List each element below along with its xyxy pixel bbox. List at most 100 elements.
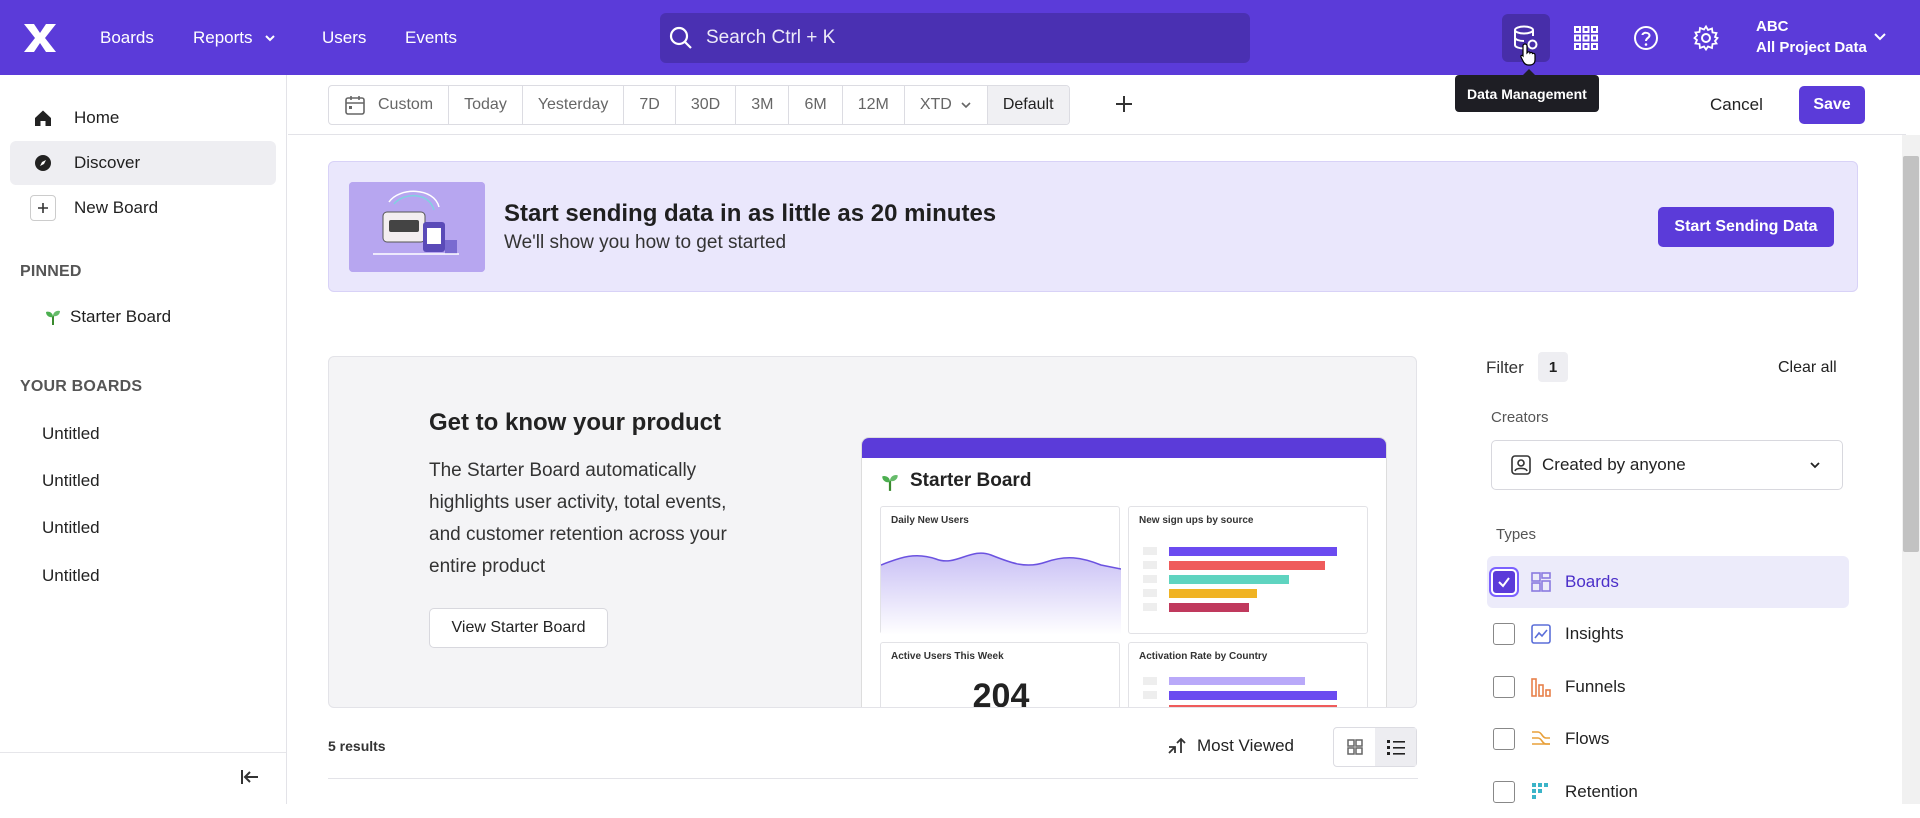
creators-dropdown[interactable]: Created by anyone (1491, 440, 1843, 490)
compass-icon (30, 150, 56, 176)
banner-title: Start sending data in as little as 20 mi… (504, 200, 997, 227)
nav-events[interactable]: Events (405, 0, 457, 75)
pinned-board-label: Starter Board (70, 307, 172, 326)
search-placeholder: Search Ctrl + K (706, 27, 836, 48)
sidebar-footer-divider (0, 752, 286, 753)
funnels-icon (1529, 675, 1553, 699)
sidebar-item-new-board[interactable]: New Board (10, 186, 276, 230)
checkmark-icon (1498, 577, 1510, 588)
type-label: Funnels (1565, 677, 1626, 696)
creators-label: Creators (1491, 409, 1549, 426)
date-6m[interactable]: 6M (789, 86, 843, 124)
pinned-heading: PINNED (20, 263, 82, 280)
sidebar-item-discover[interactable]: Discover (10, 141, 276, 185)
board-item[interactable]: Untitled (42, 471, 100, 491)
board-item[interactable]: Untitled (42, 518, 100, 538)
date-range-bar: Custom Today Yesterday 7D 30D 3M 6M 12M … (328, 85, 1070, 125)
clear-all-button[interactable]: Clear all (1778, 359, 1837, 377)
board-item[interactable]: Untitled (42, 566, 100, 586)
save-button[interactable]: Save (1799, 86, 1865, 124)
list-view-button[interactable] (1375, 728, 1416, 766)
account-switcher[interactable]: ABC All Project Data (1756, 16, 1867, 58)
type-label: Insights (1565, 624, 1624, 643)
help-button[interactable] (1622, 14, 1670, 62)
account-name: ABC (1756, 18, 1789, 35)
calendar-icon (345, 96, 365, 115)
date-today[interactable]: Today (449, 86, 523, 124)
apps-button[interactable] (1562, 14, 1610, 62)
retention-icon (1529, 780, 1553, 804)
preview-title: Starter Board (910, 470, 1032, 491)
flows-icon (1529, 727, 1553, 751)
add-icon[interactable] (1112, 92, 1136, 116)
nav-boards[interactable]: Boards (100, 0, 154, 75)
cancel-button[interactable]: Cancel (1710, 95, 1763, 115)
checkbox[interactable] (1493, 781, 1515, 803)
boards-icon (1529, 570, 1553, 594)
date-3m[interactable]: 3M (736, 86, 790, 124)
home-icon (30, 105, 56, 131)
types-label: Types (1496, 526, 1537, 543)
preview-card: Activation Rate by Country (1128, 642, 1368, 707)
collapse-sidebar-icon[interactable] (240, 768, 260, 786)
filter-count-badge: 1 (1538, 352, 1568, 382)
chevron-down-icon (264, 34, 275, 41)
list-icon (1386, 740, 1405, 755)
start-sending-data-button[interactable]: Start Sending Data (1658, 207, 1834, 247)
scrollbar-thumb[interactable] (1903, 156, 1919, 552)
date-xtd[interactable]: XTD (905, 86, 988, 124)
logo-icon[interactable] (20, 18, 60, 58)
preview-card: Daily New Users (880, 506, 1121, 635)
preview-card: Active Users This Week 204 (880, 642, 1120, 707)
sort-icon (1168, 737, 1186, 754)
type-option-boards[interactable]: Boards (1487, 556, 1849, 608)
pinned-starter-board[interactable]: Starter Board (10, 295, 276, 339)
onboarding-banner: Start sending data in as little as 20 mi… (328, 161, 1858, 292)
sidebar-item-label: Home (74, 108, 120, 127)
filter-label: Filter (1486, 358, 1524, 377)
nav-users[interactable]: Users (322, 0, 366, 75)
date-custom[interactable]: Custom (329, 86, 450, 124)
search-input[interactable]: Search Ctrl + K (660, 13, 1250, 63)
type-label: Boards (1565, 572, 1619, 591)
checkbox[interactable] (1493, 728, 1515, 750)
header-divider (288, 134, 1906, 135)
sidebar-item-label: Discover (74, 153, 141, 172)
settings-button[interactable] (1682, 14, 1730, 62)
chevron-down-icon (1810, 462, 1820, 469)
checkbox[interactable] (1493, 571, 1515, 593)
search-icon (669, 26, 692, 49)
sprout-icon (882, 475, 898, 491)
date-30d[interactable]: 30D (676, 86, 737, 124)
type-option-retention[interactable]: Retention (1487, 766, 1849, 818)
date-yesterday[interactable]: Yesterday (523, 86, 625, 124)
chevron-down-icon (961, 102, 971, 109)
grid-icon (1346, 739, 1363, 755)
sort-dropdown[interactable]: Most Viewed (1165, 735, 1294, 757)
type-option-funnels[interactable]: Funnels (1487, 661, 1849, 713)
sidebar-item-home[interactable]: Home (10, 96, 276, 140)
type-label: Retention (1565, 782, 1638, 801)
your-boards-heading: YOUR BOARDS (20, 378, 143, 395)
date-default[interactable]: Default (987, 86, 1069, 124)
nav-reports[interactable]: Reports (193, 0, 277, 75)
chevron-down-icon[interactable] (1872, 28, 1888, 44)
results-divider (328, 778, 1418, 779)
checkbox[interactable] (1493, 676, 1515, 698)
view-starter-board-button[interactable]: View Starter Board (429, 608, 608, 648)
grid-view-button[interactable] (1334, 728, 1375, 766)
banner-subtitle: We'll show you how to get started (504, 232, 787, 253)
sidebar-item-label: New Board (74, 198, 159, 217)
banner-illustration (349, 182, 485, 272)
board-item[interactable]: Untitled (42, 424, 100, 444)
tooltip: Data Management (1455, 69, 1599, 112)
date-12m[interactable]: 12M (843, 86, 905, 124)
checkbox[interactable] (1493, 623, 1515, 645)
type-option-flows[interactable]: Flows (1487, 713, 1849, 765)
insights-icon (1529, 622, 1553, 646)
date-7d[interactable]: 7D (624, 86, 676, 124)
starter-board-preview: Starter Board Daily New Users New sign u… (861, 437, 1387, 707)
starter-board-promo: Get to know your product The Starter Boa… (328, 356, 1417, 708)
type-option-insights[interactable]: Insights (1487, 608, 1849, 660)
view-toggle (1333, 727, 1417, 767)
